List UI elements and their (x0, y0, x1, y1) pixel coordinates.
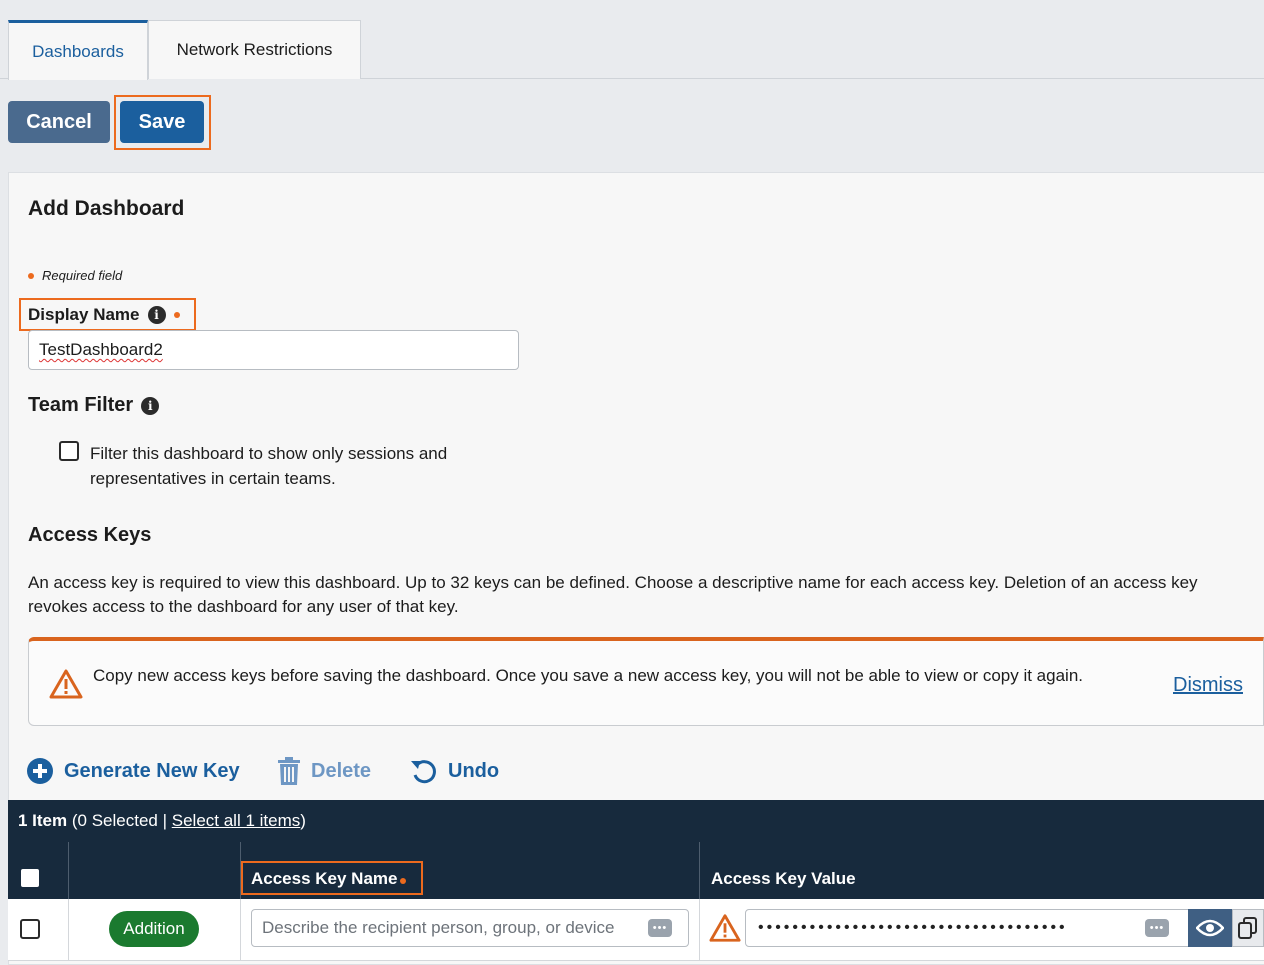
generate-new-key-button[interactable]: Generate New Key (26, 757, 240, 785)
select-all-link[interactable]: Select all 1 items (172, 811, 301, 831)
access-keys-description: An access key is required to view this d… (28, 573, 1198, 616)
required-dot-icon (28, 272, 34, 279)
grid-summary-bar: 1 Item (0 Selected | Select all 1 items) (8, 800, 1264, 842)
display-name-input[interactable]: TestDashboard2 (28, 330, 519, 370)
selected-count: (0 Selected (71, 811, 158, 830)
tab-dashboards[interactable]: Dashboards (8, 20, 148, 80)
team-filter-checkbox-label: Filter this dashboard to show only sessi… (90, 444, 448, 488)
alert-text: Copy new access keys before saving the d… (93, 666, 1084, 685)
tab-network-restrictions[interactable]: Network Restrictions (148, 20, 361, 79)
delete-label: Delete (311, 759, 372, 782)
plus-circle-icon (27, 758, 53, 784)
tab-bar: Dashboards Network Restrictions (0, 0, 1264, 80)
info-icon[interactable]: i (141, 396, 160, 415)
cancel-button[interactable]: Cancel (8, 101, 110, 143)
copy-key-button[interactable] (1232, 909, 1264, 947)
header-status-cell (68, 842, 240, 899)
required-note: Required field (28, 268, 122, 283)
name-placeholder: Describe the recipient person, group, or… (262, 918, 615, 937)
access-keys-title: Access Keys (28, 524, 152, 546)
password-manager-icon[interactable]: ••• (648, 919, 672, 937)
warning-icon (709, 913, 741, 948)
display-name-highlight (19, 298, 196, 331)
select-all-checkbox[interactable] (21, 869, 39, 887)
access-key-name-input[interactable]: Describe the recipient person, group, or… (251, 909, 689, 947)
item-count: 1 Item (18, 811, 68, 830)
row-checkbox[interactable] (20, 919, 40, 939)
team-filter-label-text: Team Filter (28, 394, 134, 416)
generate-new-key-label: Generate New Key (64, 759, 240, 782)
copy-icon (1238, 917, 1257, 939)
status-badge: Addition (109, 911, 199, 947)
grid-column-headers: Access Key Name Access Key Value (8, 842, 1264, 899)
delete-button[interactable]: Delete (277, 757, 371, 785)
warning-icon (49, 669, 83, 704)
page-title: Add Dashboard (28, 197, 185, 220)
dismiss-link[interactable]: Dismiss (1173, 674, 1243, 697)
eye-icon (1196, 919, 1224, 937)
table-row: Addition Describe the recipient person, … (8, 899, 1264, 961)
column-label: Access Key Value (711, 869, 856, 888)
warning-alert: Copy new access keys before saving the d… (28, 637, 1264, 726)
display-name-value: TestDashboard2 (39, 340, 163, 359)
access-key-name-highlight (241, 861, 423, 895)
undo-icon (411, 760, 436, 784)
required-note-text: Required field (42, 268, 123, 283)
show-key-button[interactable] (1188, 909, 1232, 947)
undo-label: Undo (448, 759, 500, 782)
access-key-value-input[interactable]: •••••••••••••••••••••••••••••••••••• (745, 909, 1195, 947)
save-highlight (114, 95, 211, 150)
password-manager-icon[interactable]: ••• (1145, 919, 1169, 937)
header-access-key-value[interactable]: Access Key Value (699, 842, 1264, 899)
header-checkbox-cell (8, 842, 68, 899)
trash-icon (278, 757, 300, 785)
team-filter-checkbox[interactable] (59, 441, 79, 461)
masked-key-value: •••••••••••••••••••••••••••••••••••• (758, 919, 1068, 936)
team-filter-label: Team Filter i (28, 394, 160, 417)
undo-button[interactable]: Undo (410, 757, 499, 785)
